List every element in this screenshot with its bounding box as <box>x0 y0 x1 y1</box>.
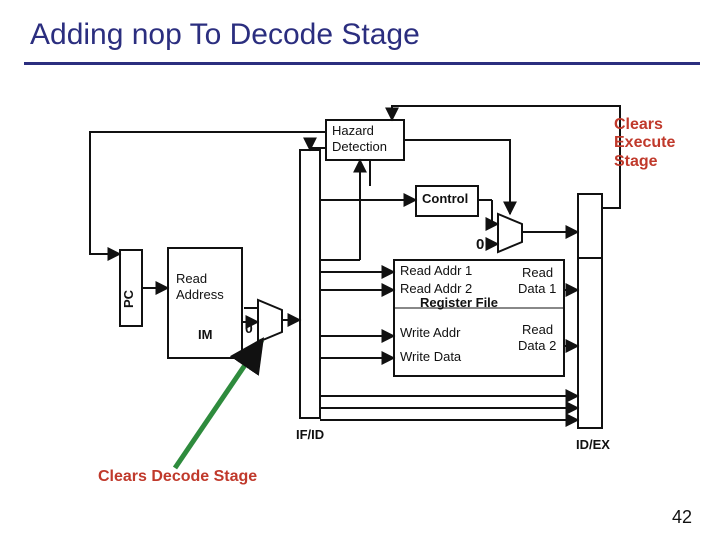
hazard-label-2: Detection <box>332 140 387 155</box>
read-d1a: Read <box>522 266 553 281</box>
zero-top: 0 <box>476 236 484 253</box>
read-d2b: Data 2 <box>518 339 556 354</box>
write-addr: Write Addr <box>400 326 460 341</box>
read-addr-l1: Read <box>176 272 207 287</box>
clears-execute-label: Clears Execute Stage <box>614 116 704 171</box>
read-addr1: Read Addr 1 <box>400 264 472 279</box>
ifid-label: IF/ID <box>296 428 324 443</box>
zero-mux: 0 <box>245 320 253 336</box>
write-data: Write Data <box>400 350 461 365</box>
read-addr-l2: Address <box>176 288 224 303</box>
read-d1b: Data 1 <box>518 282 556 297</box>
idex-label: ID/EX <box>576 438 610 453</box>
pc-label: PC <box>122 290 137 308</box>
im-label: IM <box>198 328 212 343</box>
pipeline-diagram <box>0 0 720 540</box>
clears-decode-label: Clears Decode Stage <box>98 468 257 486</box>
regfile-label: Register File <box>420 296 498 311</box>
hazard-label-1: Hazard <box>332 124 374 139</box>
control-label: Control <box>422 192 468 207</box>
read-d2a: Read <box>522 323 553 338</box>
